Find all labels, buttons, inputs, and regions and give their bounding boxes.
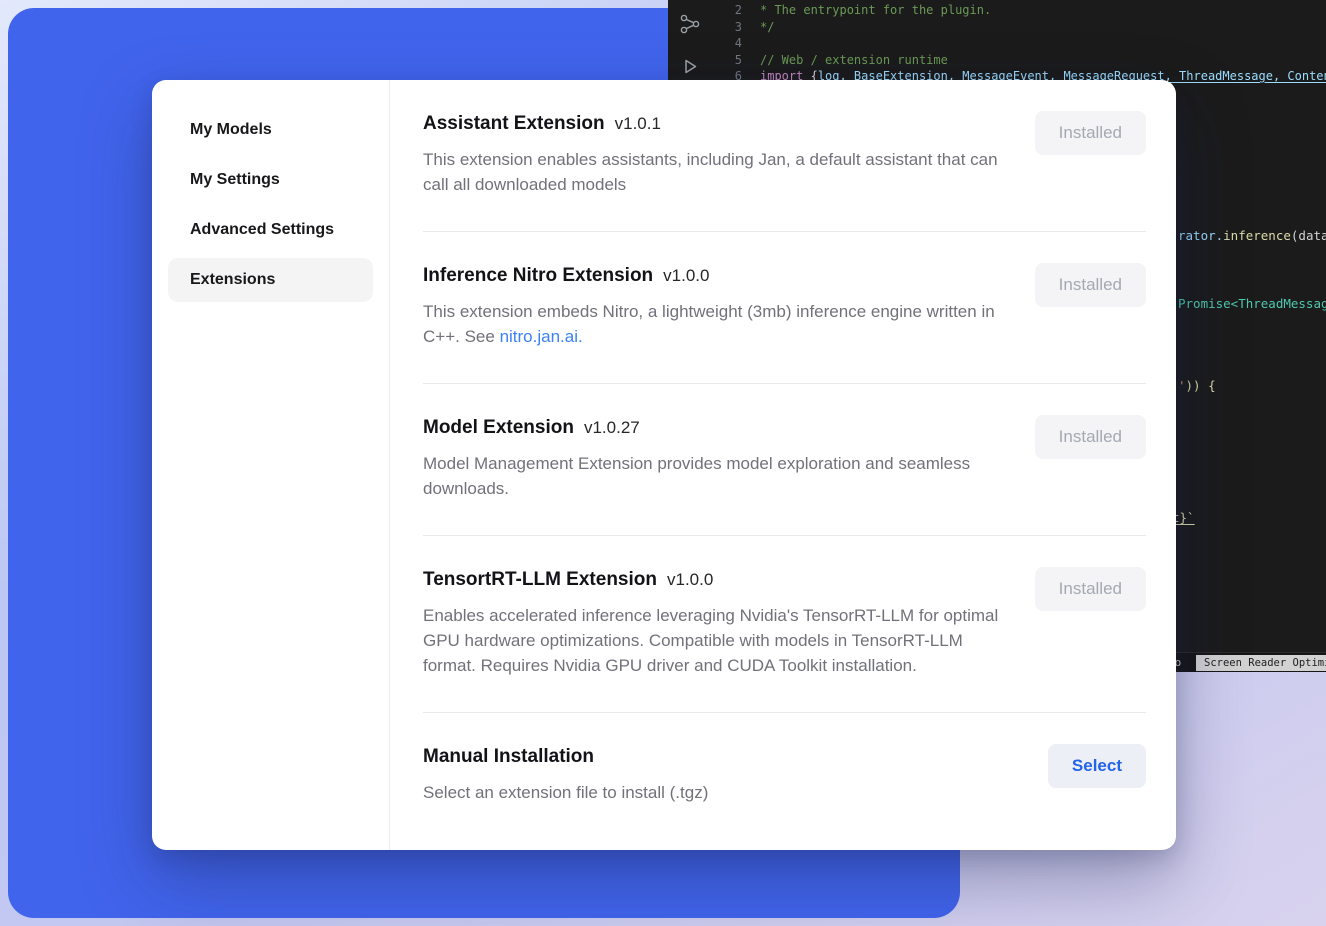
- sidebar: My Models My Settings Advanced Settings …: [152, 80, 390, 850]
- extension-description: This extension enables assistants, inclu…: [423, 147, 1011, 197]
- screen-reader-chip: Screen Reader Optimized: [1196, 655, 1326, 671]
- extension-name: Assistant Extension: [423, 113, 605, 134]
- code-fragment: rator.inference(data));: [1178, 228, 1326, 243]
- extension-description: This extension embeds Nitro, a lightweig…: [423, 299, 1011, 349]
- code-text: */: [742, 19, 774, 36]
- code-text: )) {: [1186, 378, 1216, 393]
- extensions-list: Assistant Extension v1.0.1 This extension…: [390, 80, 1176, 850]
- extension-description: Select an extension file to install (.tg…: [423, 780, 708, 805]
- select-button[interactable]: Select: [1048, 744, 1146, 788]
- extension-info: Model Extension v1.0.27 Model Management …: [423, 415, 1011, 501]
- extension-title: Assistant Extension v1.0.1: [423, 111, 1011, 137]
- line-number: 5: [668, 52, 742, 69]
- extension-title: Inference Nitro Extension v1.0.0: [423, 263, 1011, 289]
- code-text: [742, 35, 760, 52]
- line-number: 2: [668, 2, 742, 19]
- extension-description: Model Management Extension provides mode…: [423, 451, 1011, 501]
- installed-button[interactable]: Installed: [1035, 263, 1146, 307]
- code-fragment: Promise<ThreadMessage>: [1178, 296, 1326, 311]
- installed-button[interactable]: Installed: [1035, 415, 1146, 459]
- extension-info: TensortRT-LLM Extension v1.0.0 Enables ac…: [423, 567, 1011, 678]
- extension-title: Model Extension v1.0.27: [423, 415, 1011, 441]
- code-text: inference: [1223, 228, 1291, 243]
- code-lines: 2 * The entrypoint for the plugin. 3 */ …: [668, 2, 1326, 85]
- code-fragment: ')) {: [1178, 378, 1216, 393]
- sidebar-item-my-models[interactable]: My Models: [168, 108, 373, 152]
- sidebar-item-my-settings[interactable]: My Settings: [168, 158, 373, 202]
- extension-version: v1.0.27: [584, 418, 640, 437]
- extension-name: Manual Installation: [423, 746, 594, 767]
- extension-name: Model Extension: [423, 417, 574, 438]
- extension-info: Assistant Extension v1.0.1 This extension…: [423, 111, 1011, 197]
- code-text: rator.: [1178, 228, 1223, 243]
- extension-title: TensortRT-LLM Extension v1.0.0: [423, 567, 1011, 593]
- extension-version: v1.0.0: [667, 570, 713, 589]
- extension-name: Inference Nitro Extension: [423, 265, 653, 286]
- extension-description: Enables accelerated inference leveraging…: [423, 603, 1011, 678]
- extension-item-inference-nitro: Inference Nitro Extension v1.0.0 This ext…: [423, 232, 1146, 384]
- line-number: 3: [668, 19, 742, 36]
- code-text: // Web / extension runtime: [742, 52, 948, 69]
- code-line: 2 * The entrypoint for the plugin.: [668, 2, 1326, 19]
- nitro-link[interactable]: nitro.jan.ai.: [500, 327, 583, 346]
- code-text: (data));: [1291, 228, 1326, 243]
- code-text: * The entrypoint for the plugin.: [742, 2, 991, 19]
- code-line: 3 */: [668, 19, 1326, 36]
- settings-modal: My Models My Settings Advanced Settings …: [152, 80, 1176, 850]
- sidebar-item-extensions[interactable]: Extensions: [168, 258, 373, 302]
- code-line: 5 // Web / extension runtime: [668, 52, 1326, 69]
- extension-item-assistant: Assistant Extension v1.0.1 This extension…: [423, 80, 1146, 232]
- extension-item-manual-installation: Manual Installation Select an extension …: [423, 713, 1146, 833]
- extension-title: Manual Installation: [423, 744, 708, 770]
- installed-button[interactable]: Installed: [1035, 567, 1146, 611]
- extension-item-model: Model Extension v1.0.27 Model Management …: [423, 384, 1146, 536]
- extension-item-tensorrt-llm: TensortRT-LLM Extension v1.0.0 Enables ac…: [423, 536, 1146, 713]
- extension-info: Manual Installation Select an extension …: [423, 744, 708, 805]
- code-text: ': [1178, 378, 1186, 393]
- extension-version: v1.0.1: [615, 114, 661, 133]
- line-number: 4: [668, 35, 742, 52]
- code-line: 4: [668, 35, 1326, 52]
- sidebar-item-advanced-settings[interactable]: Advanced Settings: [168, 208, 373, 252]
- extension-version: v1.0.0: [663, 266, 709, 285]
- installed-button[interactable]: Installed: [1035, 111, 1146, 155]
- extension-name: TensortRT-LLM Extension: [423, 569, 657, 590]
- extension-info: Inference Nitro Extension v1.0.0 This ext…: [423, 263, 1011, 349]
